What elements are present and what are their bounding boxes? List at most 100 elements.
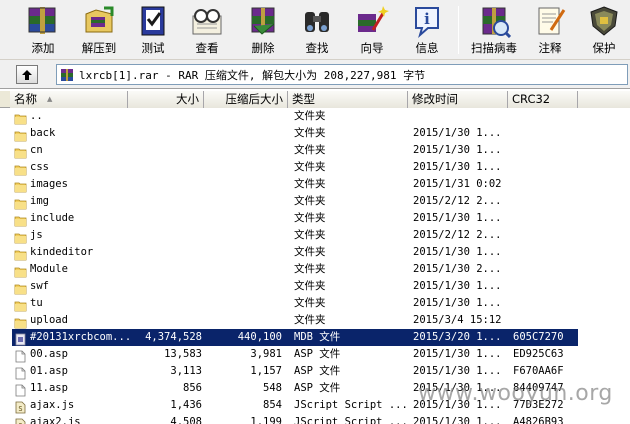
folder-icon [14,246,27,261]
test-label: 测试 [141,41,165,55]
comment-label: 注释 [538,41,562,55]
cell-type: 文件夹 [294,178,326,190]
protect-button[interactable]: 保护 [582,0,626,60]
up-folder-button[interactable] [16,65,38,84]
file-row[interactable]: css 文件夹 2015/1/30 1... [0,159,630,176]
cell-name: .. [30,110,43,122]
delete-icon [244,2,282,40]
folder-icon [14,178,27,193]
cell-name: css [30,161,49,173]
file-row[interactable]: kindeditor 文件夹 2015/1/30 1... [0,244,630,261]
cell-crc32 [513,108,577,125]
cell-type: 文件夹 [294,229,326,241]
file-icon [14,348,27,363]
svg-text:i: i [424,10,430,28]
file-row[interactable]: back 文件夹 2015/1/30 1... [0,125,630,142]
script-file-icon: S [14,399,27,414]
file-row[interactable]: 01.asp 3,113 1,157 ASP 文件 2015/1/30 1... F670… [0,363,630,380]
extract-to-label: 解压到 [81,41,117,55]
folder-icon [14,297,27,312]
file-list: .. 文件夹 back 文件夹 2015/1/30 1... cn 文件夹 2015/1/30… [0,108,630,424]
column-crc32[interactable]: CRC32 [508,91,578,108]
comment-button[interactable]: 注释 [528,0,572,60]
file-row[interactable]: images 文件夹 2015/1/31 0:02 [0,176,630,193]
cell-type: 文件夹 [294,263,326,275]
cell-packed-size: 3,981 [250,348,282,360]
cell-modified: 2015/1/30 1... [413,365,502,377]
cell-modified: 2015/1/30 2... [413,263,502,275]
cell-packed-size [204,176,282,193]
cell-packed-size [204,312,282,329]
toolbar: 添加 解压到 测试 查看 删除 查找 向导 i 信息 扫描病毒 注释 保护 [0,0,630,60]
cell-modified: 2015/1/30 1... [413,348,502,360]
cell-name: back [30,127,56,139]
cell-packed-size: 1,199 [250,416,282,424]
file-row[interactable]: swf 文件夹 2015/1/30 1... [0,278,630,295]
column-modified[interactable]: 修改时间 [408,91,508,108]
column-size[interactable]: 大小 [128,91,204,108]
cell-modified: 2015/1/30 1... [413,416,502,424]
svg-text:S: S [18,405,22,413]
cell-packed-size [204,244,282,261]
add-button[interactable]: 添加 [20,0,66,60]
file-row[interactable]: upload 文件夹 2015/3/4 15:12 [0,312,630,329]
cell-type: ASP 文件 [294,348,341,360]
view-icon [188,2,226,40]
database-file-icon [14,331,27,346]
view-label: 查看 [195,41,219,55]
cell-name: 00.asp [30,348,68,360]
file-row[interactable]: #20131xrcbcom... 4,374,528 440,100 MDB 文件 20… [0,329,630,346]
cell-type: 文件夹 [294,212,326,224]
watermark: www.wooyun.org [418,381,613,406]
cell-name: include [30,212,75,224]
file-row[interactable]: .. 文件夹 [0,108,630,125]
cell-type: ASP 文件 [294,365,341,377]
cell-type: 文件夹 [294,161,326,173]
view-button[interactable]: 查看 [184,0,230,60]
cell-packed-size [204,159,282,176]
test-button[interactable]: 测试 [130,0,176,60]
folder-icon [14,110,27,125]
wizard-button[interactable]: 向导 [348,0,396,60]
cell-crc32 [513,295,577,312]
archive-path-field[interactable]: lxrcb[1].rar - RAR 压缩文件, 解包大小为 208,227,9… [56,64,628,85]
file-row[interactable]: include 文件夹 2015/1/30 1... [0,210,630,227]
cell-size [128,176,202,193]
file-row[interactable]: js 文件夹 2015/2/12 2... [0,227,630,244]
cell-size: 13,583 [164,348,202,360]
file-row[interactable]: 00.asp 13,583 3,981 ASP 文件 2015/1/30 1... ED9… [0,346,630,363]
delete-button[interactable]: 删除 [240,0,286,60]
add-label: 添加 [31,41,55,55]
cell-modified: 2015/1/30 1... [413,161,502,173]
extract-to-icon [80,2,118,40]
cell-crc32 [513,193,577,210]
column-name[interactable]: 名称 ▲ [10,91,128,108]
folder-icon [14,314,27,329]
cell-type: JScript Script ... [294,416,406,424]
file-row[interactable]: cn 文件夹 2015/1/30 1... [0,142,630,159]
cell-name: ajax2.js [30,416,81,424]
cell-modified: 2015/1/30 1... [413,144,502,156]
cell-modified: 2015/2/12 2... [413,195,502,207]
virus-scan-button[interactable]: 扫描病毒 [466,0,522,60]
cell-name: 11.asp [30,382,68,394]
cell-crc32 [513,210,577,227]
file-row[interactable]: tu 文件夹 2015/1/30 1... [0,295,630,312]
folder-icon [14,161,27,176]
extract-to-button[interactable]: 解压到 [76,0,122,60]
cell-type: ASP 文件 [294,382,341,394]
column-type[interactable]: 类型 [288,91,408,108]
find-button[interactable]: 查找 [294,0,340,60]
column-packed[interactable]: 压缩后大小 [204,91,288,108]
file-row[interactable]: Module 文件夹 2015/1/30 2... [0,261,630,278]
info-button[interactable]: i 信息 [404,0,450,60]
folder-icon [14,195,27,210]
file-row[interactable]: Sajax2.js 4,508 1,199 JScript Script ... 201… [0,414,630,424]
cell-crc32 [513,176,577,193]
cell-modified: 2015/1/31 0:02 [413,178,502,190]
find-label: 查找 [305,41,329,55]
cell-size [128,278,202,295]
cell-type: JScript Script ... [294,399,406,411]
file-row[interactable]: img 文件夹 2015/2/12 2... [0,193,630,210]
virus-scan-icon [475,2,513,40]
